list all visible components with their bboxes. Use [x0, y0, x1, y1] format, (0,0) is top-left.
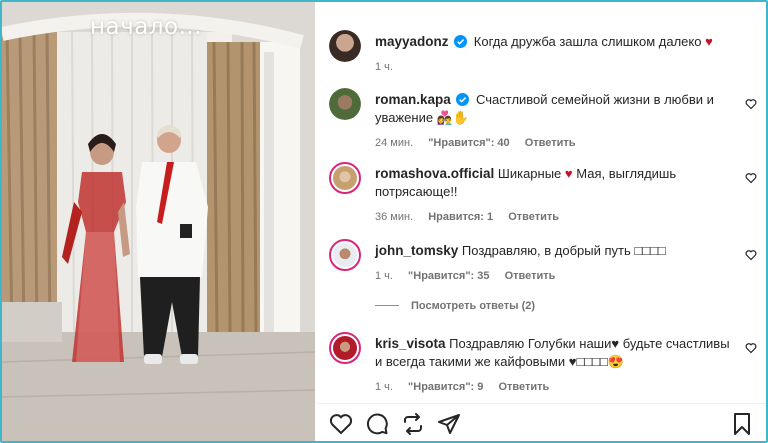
comment-username[interactable]: john_tomsky — [375, 243, 458, 258]
reply-button[interactable]: Ответить — [505, 270, 556, 282]
comment-text: Поздравляю, в добрый путь □□□□ — [461, 243, 666, 258]
post-actions-bar — [315, 412, 766, 438]
comment-like-heart-icon[interactable] — [745, 249, 757, 261]
comment-likes[interactable]: "Нравится": 35 — [408, 270, 489, 282]
red-heart-emoji: ♥ — [705, 34, 713, 49]
avatar[interactable] — [329, 239, 361, 271]
red-heart-emoji: ♥ — [564, 166, 573, 181]
comment-like-heart-icon[interactable] — [745, 172, 757, 184]
comments-panel: mayyadonz Когда дружба зашла слишком дал… — [315, 2, 766, 441]
actions-divider — [315, 403, 766, 404]
comment-time: 1 ч. — [375, 381, 393, 393]
photo-overlay-text: начало... — [90, 14, 203, 40]
comment-likes[interactable]: Нравится: 1 — [428, 211, 493, 223]
comment-time: 24 мин. — [375, 137, 414, 149]
heart-icon[interactable] — [329, 412, 353, 436]
replies-line — [375, 305, 399, 306]
comment-like-heart-icon[interactable] — [745, 98, 757, 110]
view-replies-label: Посмотреть ответы (2) — [411, 300, 536, 312]
reply-button[interactable]: Ответить — [525, 137, 576, 149]
send-icon[interactable] — [437, 412, 461, 436]
post-photo[interactable]: начало... — [2, 2, 315, 441]
comment-likes[interactable]: "Нравится": 40 — [428, 137, 509, 149]
avatar[interactable] — [329, 30, 361, 62]
reply-button[interactable]: Ответить — [508, 211, 559, 223]
post-window: начало... mayyadonz Когда дружба зашла с… — [0, 0, 768, 443]
verified-icon — [454, 35, 468, 48]
comment-like-heart-icon[interactable] — [745, 342, 757, 354]
caption-time: 1 ч. — [375, 61, 393, 73]
comment-username[interactable]: kris_visota — [375, 336, 446, 351]
comment-time: 1 ч. — [375, 270, 393, 282]
verified-icon — [456, 93, 470, 106]
comment-icon[interactable] — [365, 412, 389, 436]
repost-icon[interactable] — [401, 412, 425, 436]
caption-text: Когда дружба зашла слишком далеко — [473, 34, 702, 49]
author-username[interactable]: mayyadonz — [375, 34, 449, 49]
comment-text: Шикарные — [497, 166, 562, 181]
avatar[interactable] — [329, 162, 361, 194]
avatar[interactable] — [329, 332, 361, 364]
photo-illustration — [2, 2, 315, 441]
bookmark-icon[interactable] — [730, 412, 754, 436]
reply-button[interactable]: Ответить — [498, 381, 549, 393]
comment-username[interactable]: romashova.official — [375, 166, 494, 181]
comment-likes[interactable]: "Нравится": 9 — [408, 381, 483, 393]
comment-time: 36 мин. — [375, 211, 414, 223]
view-replies-button[interactable]: Посмотреть ответы (2) — [375, 300, 535, 312]
comment-username[interactable]: roman.kapa — [375, 92, 451, 107]
avatar[interactable] — [329, 88, 361, 120]
